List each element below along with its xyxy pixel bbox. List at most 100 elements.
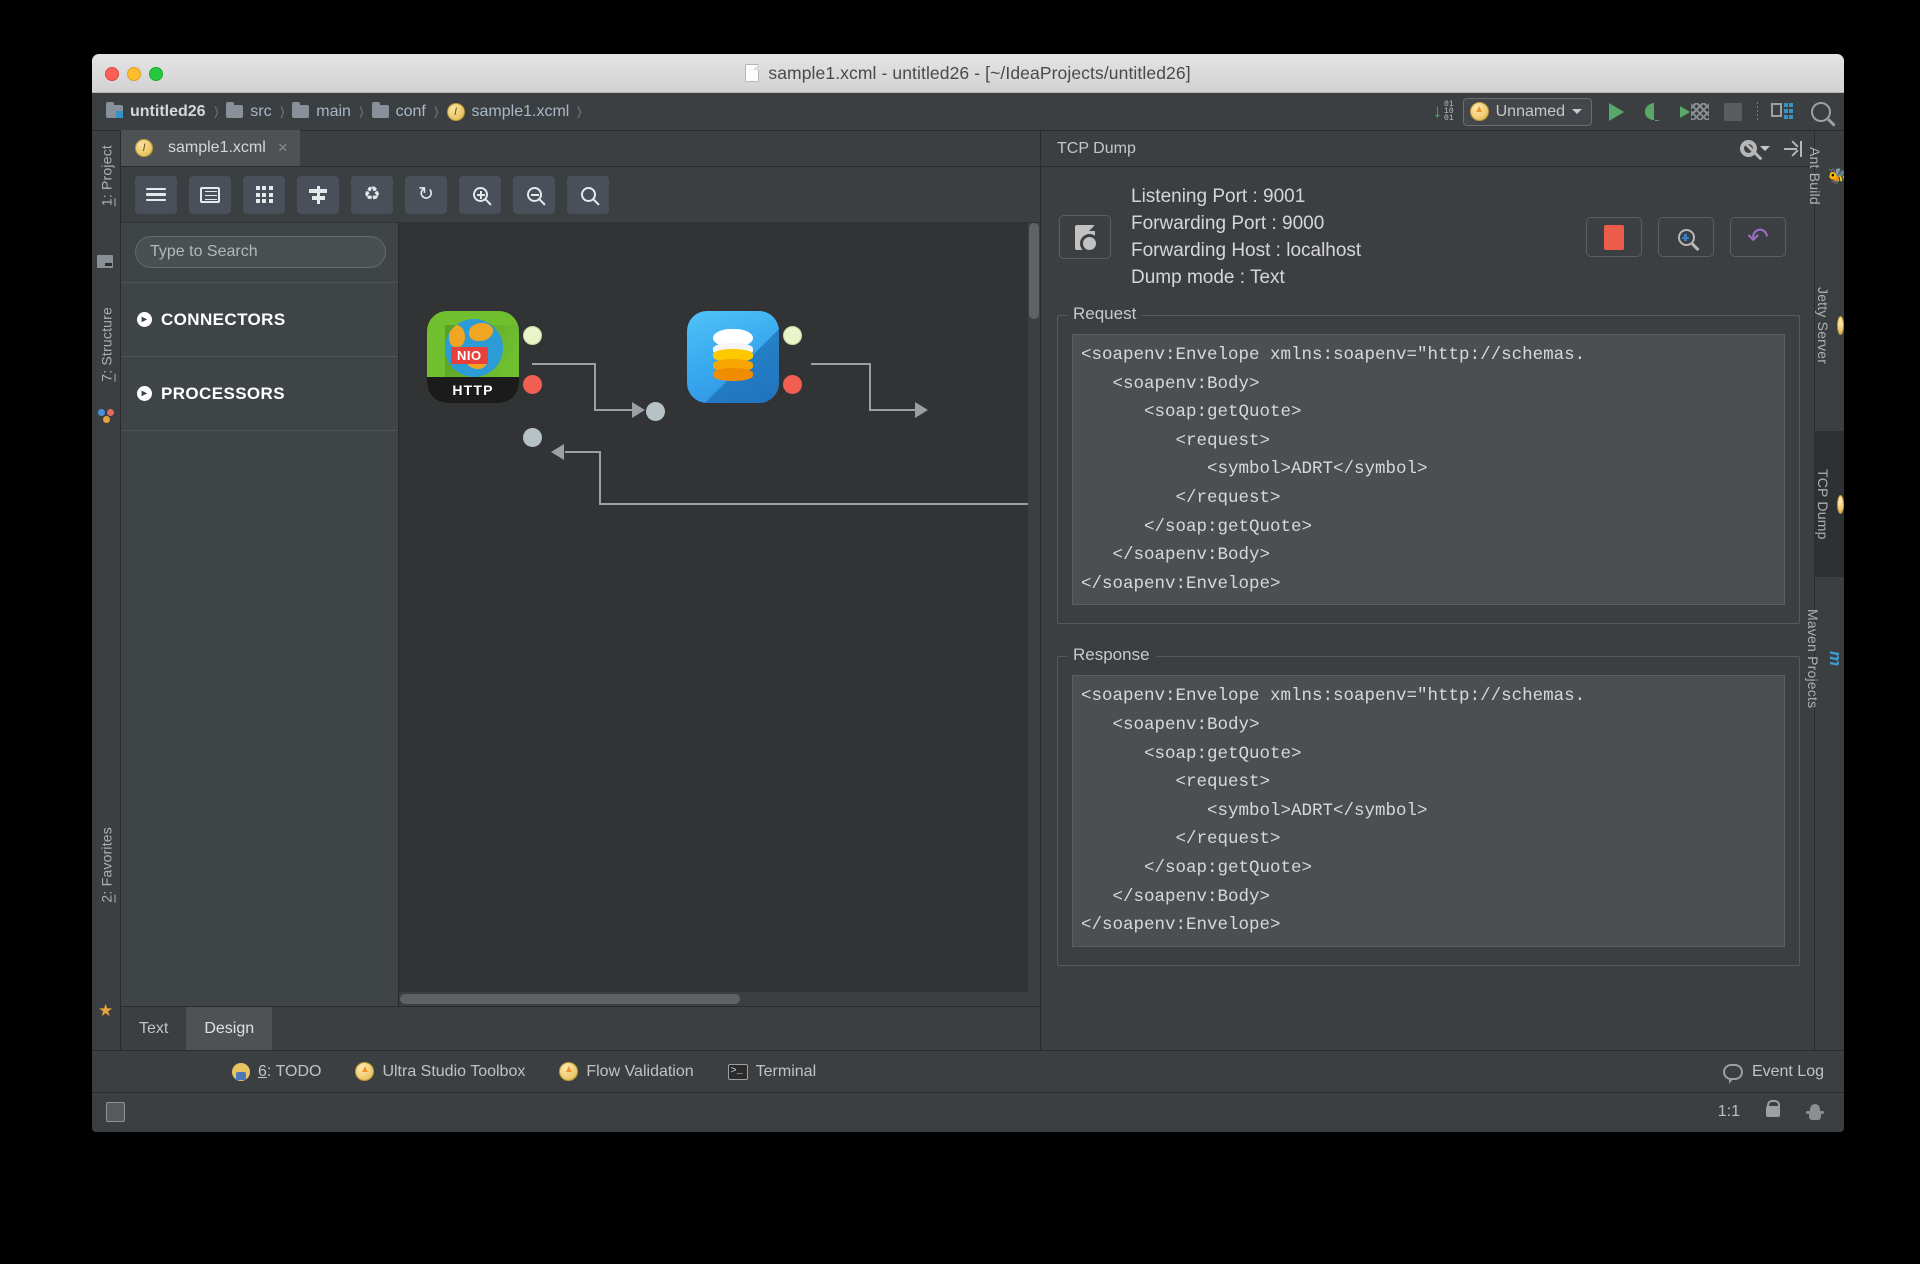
sidebar-item-jetty-server[interactable]: Jetty Server (1815, 279, 1844, 372)
refresh-button[interactable]: ↻ (405, 176, 447, 214)
ultra-studio-toolbox-label: Ultra Studio Toolbox (382, 1063, 525, 1081)
search-everywhere-button[interactable] (1806, 98, 1836, 126)
palette-group-connectors[interactable]: ▸ CONNECTORS (121, 283, 398, 357)
scrollbar-thumb[interactable] (1029, 223, 1039, 319)
tool-window-terminal[interactable]: >_ Terminal (728, 1063, 816, 1081)
coverage-icon (1680, 103, 1709, 120)
stop-button[interactable] (1718, 98, 1748, 126)
listening-port-label: Listening Port : 9001 (1131, 183, 1361, 210)
tool-window-flow-validation[interactable]: Flow Validation (559, 1062, 693, 1081)
file-tab-label: sample1.xcml (168, 139, 266, 157)
resend-button[interactable]: ↶ (1730, 217, 1786, 257)
play-icon (1609, 103, 1624, 121)
sidebar-item-favorites[interactable]: 2: Favorites (92, 821, 121, 909)
tool-window-ultra-studio-toolbox[interactable]: Ultra Studio Toolbox (355, 1062, 525, 1081)
sidebar-item-maven-projects[interactable]: m Maven Projects (1815, 601, 1844, 716)
align-button[interactable] (297, 176, 339, 214)
component-palette: ▸ CONNECTORS ▸ PROCESSORS (121, 223, 399, 1006)
settings-button[interactable] (1740, 140, 1770, 157)
zoom-out-button[interactable] (513, 176, 555, 214)
wire-http-to-db-bend (594, 363, 596, 411)
search-button[interactable] (567, 176, 609, 214)
http-input-port[interactable] (523, 428, 542, 447)
structure-icon (98, 403, 127, 429)
db-error-port[interactable] (783, 375, 802, 394)
tool-window-todo[interactable]: 6: TODO (232, 1063, 321, 1081)
maven-projects-label: Maven Projects (1805, 609, 1821, 708)
menu-button[interactable] (135, 176, 177, 214)
tcp-dump-header-actions (1740, 140, 1802, 157)
properties-button[interactable] (189, 176, 231, 214)
database-icon (713, 329, 753, 383)
breadcrumb-label: conf (396, 103, 426, 121)
sidebar-item-project[interactable]: 1: Project (92, 139, 121, 212)
bug-icon (1645, 103, 1665, 120)
palette-group-processors[interactable]: ▸ PROCESSORS (121, 357, 398, 431)
search-input[interactable] (135, 236, 386, 268)
event-log-button[interactable]: Event Log (1723, 1063, 1824, 1081)
layout-button[interactable] (1767, 98, 1797, 126)
wire-return-bottom (599, 503, 1040, 505)
canvas-vertical-scrollbar[interactable] (1028, 223, 1040, 992)
nio-badge: NIO (451, 347, 488, 364)
arrow-head-into-db (632, 402, 645, 418)
lock-icon[interactable] (1766, 1106, 1780, 1117)
tab-text[interactable]: Text (121, 1007, 186, 1050)
breadcrumb-item-conf[interactable]: conf › (372, 100, 447, 123)
sidebar-item-tcp-dump[interactable]: TCP Dump (1815, 431, 1844, 577)
undo-icon: ↶ (1747, 224, 1769, 250)
ultrastudio-icon (355, 1062, 374, 1081)
gear-icon (1740, 140, 1757, 157)
debug-button[interactable] (1640, 98, 1670, 126)
request-xml[interactable]: <soapenv:Envelope xmlns:soapenv="http://… (1072, 334, 1785, 605)
tcp-dump-info: Listening Port : 9001 Forwarding Port : … (1041, 167, 1814, 297)
zoom-button[interactable] (149, 67, 163, 81)
grid-button[interactable] (243, 176, 285, 214)
configure-dump-button[interactable] (1059, 215, 1111, 259)
stop-dump-button[interactable] (1586, 217, 1642, 257)
http-error-port[interactable] (523, 375, 542, 394)
coverage-button[interactable] (1679, 98, 1709, 126)
breadcrumb-item-sample1[interactable]: I sample1.xcml › (447, 100, 590, 123)
close-icon[interactable]: × (278, 138, 288, 158)
wire-db-out-bottom (869, 409, 917, 411)
breadcrumb-item-main[interactable]: main › (292, 100, 371, 123)
breadcrumb-item-src[interactable]: src › (226, 100, 292, 123)
breadcrumb-item-untitled26[interactable]: untitled26 › (106, 100, 226, 123)
canvas-horizontal-scrollbar[interactable] (399, 992, 1028, 1006)
run-configuration-selector[interactable]: Unnamed (1463, 98, 1592, 126)
file-tab-sample1[interactable]: I sample1.xcml × (121, 130, 300, 166)
stop-icon (1604, 225, 1624, 250)
ultrastudio-icon (1837, 316, 1844, 335)
scrollbar-thumb[interactable] (400, 994, 740, 1004)
hide-panel-button[interactable] (1784, 141, 1802, 157)
close-button[interactable] (105, 67, 119, 81)
breadcrumb-label: untitled26 (130, 103, 206, 121)
folder-icon (372, 105, 389, 118)
designer-toolbar: ♻ ↻ (121, 167, 1040, 223)
grid-icon (256, 186, 273, 203)
flow-canvas[interactable]: NIO HTTP (399, 223, 1028, 992)
run-button[interactable] (1601, 98, 1631, 126)
build-icon[interactable]: ↓ 01 10 01 (1433, 101, 1454, 122)
node-http-connector[interactable]: NIO HTTP (427, 311, 519, 403)
recycle-button[interactable]: ♻ (351, 176, 393, 214)
memory-indicator[interactable] (106, 1102, 125, 1122)
hat-icon[interactable] (1806, 1104, 1824, 1120)
speech-bubble-icon (1723, 1064, 1743, 1080)
db-input-port[interactable] (646, 402, 665, 421)
inspect-button[interactable] (1658, 217, 1714, 257)
stop-icon (1724, 103, 1742, 121)
sidebar-item-structure[interactable]: 7: Structure (92, 301, 121, 388)
http-output-port[interactable] (523, 326, 542, 345)
caret-position[interactable]: 1:1 (1718, 1103, 1740, 1121)
zoom-in-button[interactable] (459, 176, 501, 214)
tab-design[interactable]: Design (186, 1007, 272, 1050)
response-xml[interactable]: <soapenv:Envelope xmlns:soapenv="http://… (1072, 675, 1785, 946)
ultrastudio-icon (559, 1062, 578, 1081)
sidebar-item-ant-build[interactable]: 🐝 Ant Build (1815, 139, 1844, 213)
db-output-port[interactable] (783, 326, 802, 345)
minimize-button[interactable] (127, 67, 141, 81)
palette-group-label: PROCESSORS (161, 384, 285, 404)
node-database-processor[interactable] (687, 311, 779, 403)
